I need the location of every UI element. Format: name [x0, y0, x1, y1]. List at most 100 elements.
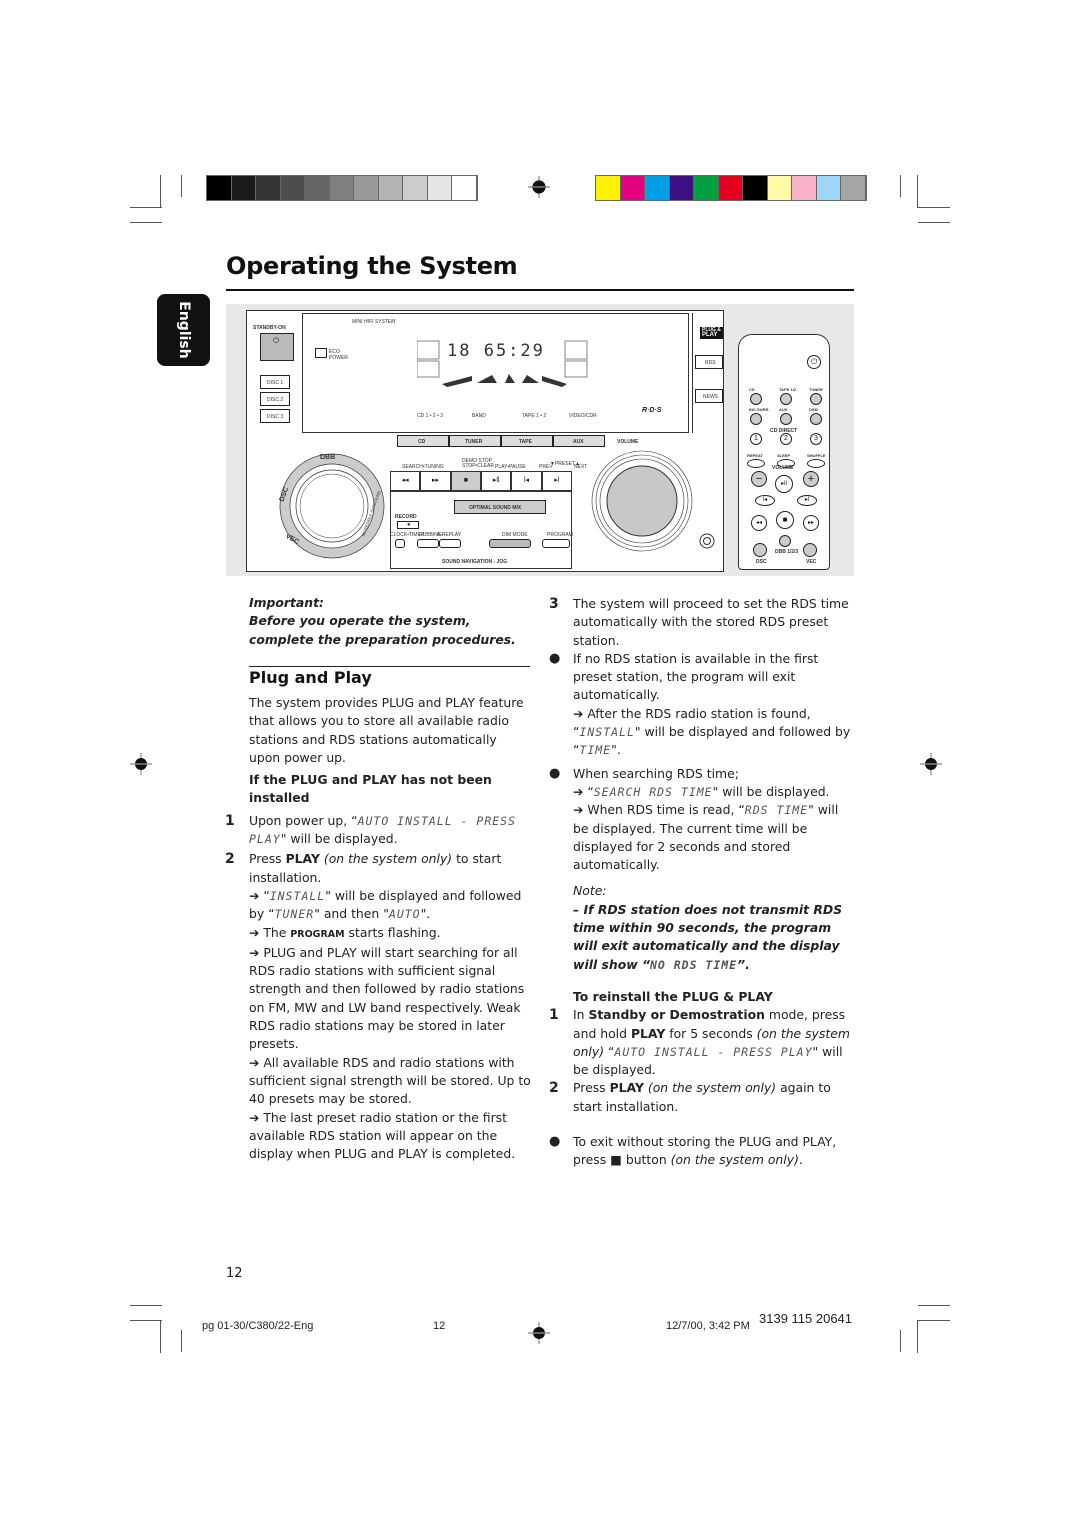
disc-2-button[interactable]: DISC 2: [260, 392, 290, 406]
dsc-button[interactable]: [753, 543, 767, 557]
color-swatch: [816, 176, 841, 200]
volume-up-button[interactable]: +: [803, 471, 819, 487]
volume-label: VOLUME: [617, 439, 639, 445]
remote-aux-button[interactable]: [780, 413, 792, 425]
standby-button[interactable]: ⏻: [260, 333, 294, 361]
bullet-icon: ●: [549, 765, 561, 781]
next-button[interactable]: ▸l: [541, 471, 572, 491]
next-label: NEXT: [574, 464, 588, 470]
subheading: If the PLUG and PLAY has not been instal…: [249, 772, 492, 806]
play-pause-label: PLAY•PAUSE: [495, 464, 526, 470]
power-icon: ⏻: [811, 357, 818, 366]
rds-button[interactable]: RDS: [695, 355, 723, 369]
crop-mark: [900, 1330, 901, 1352]
dubbing-button[interactable]: [417, 539, 439, 548]
crop-mark: [917, 175, 918, 208]
color-swatch: [767, 176, 792, 200]
remote-inc-surr--button[interactable]: [750, 413, 762, 425]
arrow-note: ➔ The PROGRAM starts flashing.: [249, 924, 441, 940]
reinstall-step-1: 1 In Standby or Demostration mode, press…: [549, 1007, 850, 1078]
stop-button[interactable]: ■: [450, 471, 481, 491]
arrow-note: ➔ “INSTALL" will be displayed and follow…: [249, 887, 522, 922]
record-button[interactable]: ●: [397, 521, 419, 529]
remote-rewind-button[interactable]: ◂◂: [751, 515, 767, 531]
color-swatch: [231, 176, 256, 200]
remote-volume-label: VOLUME: [772, 465, 794, 471]
important-label: Important:: [249, 595, 324, 610]
crop-mark: [160, 175, 161, 208]
dim-mode-button[interactable]: [489, 539, 531, 548]
a-replay-button[interactable]: [439, 539, 461, 548]
color-swatch: [669, 176, 694, 200]
record-label: RECORD: [395, 514, 417, 520]
volume-down-button[interactable]: −: [751, 471, 767, 487]
forward-button[interactable]: ▸▸: [420, 471, 451, 491]
remote-prev-button[interactable]: l◂: [755, 495, 775, 506]
remote-tuner-button[interactable]: [810, 393, 822, 405]
jog-label: SOUND NAVIGATION - JOG: [442, 559, 508, 565]
brand-text: MINI HIFI SYSTEM: [352, 319, 396, 325]
headphone-jack-icon[interactable]: [699, 533, 715, 549]
arrow-note: ➔ All available RDS and radio stations w…: [249, 1054, 531, 1107]
section-divider: [249, 666, 530, 667]
standby-label: STANDBY-ON: [253, 325, 286, 331]
program-button[interactable]: [542, 539, 570, 548]
footer-page: 12: [433, 1320, 446, 1332]
arrow-note: ➔ The last preset radio station or the f…: [249, 1109, 516, 1162]
news-button[interactable]: NEWS: [695, 389, 723, 403]
arrow-note: ➔ PLUG and PLAY will start searching for…: [249, 944, 525, 1052]
tape-source-button[interactable]: TAPE: [501, 435, 553, 447]
disc-3-button[interactable]: DISC 3: [260, 409, 290, 423]
remote-shuffle-button[interactable]: [807, 459, 825, 468]
program-label: PROGRAM: [547, 532, 573, 538]
dbb-button[interactable]: [779, 535, 791, 547]
step-3: 3 The system will proceed to set the RDS…: [549, 596, 849, 648]
color-swatch: [743, 176, 768, 200]
crop-mark: [160, 1320, 161, 1353]
remote-repeat-button[interactable]: [747, 459, 765, 468]
play-pause-button[interactable]: ▸ll: [480, 471, 512, 491]
optimal-sound-mix-button[interactable]: OPTIMAL SOUND MIX: [454, 500, 546, 514]
remote-dsm-button[interactable]: [810, 413, 822, 425]
remote-cd-button[interactable]: [750, 393, 762, 405]
lcd-spectrum-icon: [417, 340, 588, 387]
volume-knob-icon[interactable]: [587, 446, 697, 556]
remote-play-pause-button[interactable]: ▸ll: [775, 475, 793, 493]
tuner-source-button[interactable]: TUNER: [449, 435, 501, 447]
remote-tape-1-2-button[interactable]: [780, 393, 792, 405]
prev-button[interactable]: l◂: [511, 471, 542, 491]
color-swatch: [329, 176, 354, 200]
cd-rds-logo: R·D·S: [642, 407, 662, 414]
color-swatch: [256, 176, 281, 200]
remote-1-button[interactable]: 1: [750, 433, 762, 445]
left-body: The system provides PLUG and PLAY featur…: [225, 694, 531, 1163]
grayscale-bar: [206, 175, 478, 201]
plug-play-badge: PLUG & PLAY: [700, 327, 723, 339]
color-swatch: [792, 176, 817, 200]
jog-dial-icon[interactable]: [267, 446, 397, 566]
cd-source-button[interactable]: CD: [397, 435, 449, 447]
remote-3-button[interactable]: 3: [810, 433, 822, 445]
step-2: 2 Press PLAY (on the system only) to sta…: [225, 851, 502, 885]
registration-mark-icon: [920, 753, 942, 775]
title-divider: [226, 289, 854, 291]
rewind-button[interactable]: ◂◂: [390, 471, 421, 491]
clock-timer-button[interactable]: [395, 539, 405, 548]
language-tab-label: English: [175, 301, 192, 359]
remote-2-button[interactable]: 2: [780, 433, 792, 445]
remote-stop-button[interactable]: ■: [776, 511, 794, 529]
remote-power-button[interactable]: ⏻: [807, 355, 821, 369]
crop-mark: [130, 1320, 162, 1321]
dbb-label: DBB: [320, 454, 336, 461]
dbb-remote-label: DBB 1/2/3: [775, 549, 799, 555]
bullet-item: ● To exit without storing the PLUG and P…: [549, 1134, 837, 1168]
vec-button[interactable]: [803, 543, 817, 557]
page-title: Operating the System: [226, 252, 518, 280]
registration-mark-icon: [130, 753, 152, 775]
disc-1-button[interactable]: DISC 1: [260, 375, 290, 389]
color-swatch: [378, 176, 403, 200]
remote-forward-button[interactable]: ▸▸: [803, 515, 819, 531]
crop-mark: [130, 1305, 162, 1306]
bullet-icon: ●: [549, 650, 561, 666]
remote-next-button[interactable]: ▸l: [797, 495, 817, 506]
